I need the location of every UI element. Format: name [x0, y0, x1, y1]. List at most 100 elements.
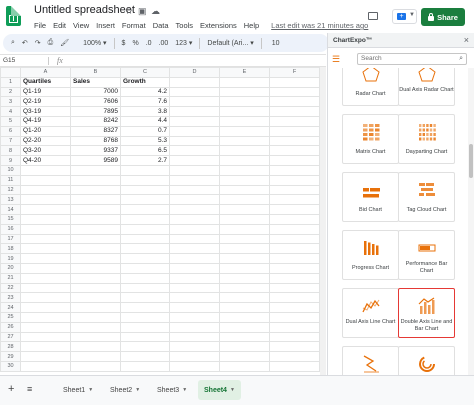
grid-cell[interactable] — [169, 145, 220, 157]
grid-cell[interactable]: Growth — [120, 76, 170, 88]
grid-cell[interactable] — [269, 145, 320, 157]
grid-cell[interactable]: 6.5 — [120, 145, 170, 157]
chart-card[interactable]: Dual Axis Radar Chart — [398, 68, 455, 106]
grid-cell[interactable] — [70, 360, 121, 372]
meet-button[interactable]: + ▼ — [392, 9, 417, 24]
chart-card[interactable]: Progress Chart — [342, 230, 399, 280]
grid-cell[interactable] — [120, 223, 170, 235]
grid-cell[interactable] — [219, 253, 270, 264]
row-header[interactable]: 22 — [0, 282, 21, 294]
column-header[interactable]: E — [219, 67, 270, 78]
grid-cell[interactable] — [169, 262, 220, 274]
grid-cell[interactable]: Q4-20 — [20, 155, 71, 166]
grid-cell[interactable] — [70, 292, 121, 304]
menu-format[interactable]: Format — [122, 21, 146, 32]
print-icon[interactable]: ⎙ — [48, 39, 54, 47]
grid-cell[interactable] — [169, 96, 220, 108]
grid-cell[interactable] — [20, 282, 71, 294]
grid-cell[interactable] — [20, 321, 71, 333]
grid-cell[interactable] — [219, 194, 270, 206]
grid-cell[interactable] — [219, 302, 270, 313]
grid-cell[interactable] — [70, 253, 121, 264]
grid-cell[interactable]: Q4-19 — [20, 115, 71, 127]
grid-cell[interactable] — [169, 321, 220, 333]
grid-cell[interactable] — [20, 292, 71, 304]
grid-cell[interactable] — [169, 292, 220, 304]
grid-cell[interactable] — [169, 115, 220, 127]
row-header[interactable]: 7 — [0, 135, 21, 147]
grid-cell[interactable] — [20, 262, 71, 274]
chart-card[interactable]: Radar Chart — [342, 68, 399, 106]
grid-cell[interactable]: 0.7 — [120, 125, 170, 137]
row-header[interactable]: 10 — [0, 164, 21, 176]
grid-cell[interactable] — [169, 194, 220, 206]
grid-cell[interactable] — [269, 253, 320, 264]
sheet-tab[interactable]: Sheet1 ▼ — [57, 380, 99, 400]
grid-cell[interactable] — [120, 233, 170, 245]
grid-cell[interactable] — [269, 184, 320, 196]
grid-cell[interactable] — [70, 174, 121, 186]
grid-cell[interactable] — [269, 213, 320, 225]
grid-cell[interactable] — [120, 243, 170, 255]
grid-cell[interactable] — [269, 76, 320, 88]
grid-cell[interactable] — [169, 243, 220, 255]
grid-cell[interactable] — [169, 360, 220, 372]
row-header[interactable]: 17 — [0, 233, 21, 245]
chart-card[interactable]: Dual Axis Line Chart — [342, 288, 399, 338]
menu-file[interactable]: File — [34, 21, 46, 32]
grid-cell[interactable]: 8327 — [70, 125, 121, 137]
grid-cell[interactable] — [169, 311, 220, 323]
share-button[interactable]: Share — [421, 8, 465, 26]
grid-cell[interactable] — [120, 184, 170, 196]
grid-cell[interactable] — [219, 204, 270, 215]
grid-cell[interactable] — [120, 174, 170, 186]
grid-cell[interactable] — [269, 155, 320, 166]
chart-card[interactable]: Matrix Chart — [342, 114, 399, 164]
chart-card[interactable]: Tag Cloud Chart — [398, 172, 455, 222]
grid-cell[interactable] — [219, 76, 270, 88]
decrease-decimal-button[interactable]: .0 — [146, 40, 152, 47]
grid-scrollbar[interactable] — [320, 67, 326, 375]
grid-cell[interactable] — [70, 351, 121, 362]
grid-cell[interactable] — [219, 341, 270, 353]
last-edit-link[interactable]: Last edit was 21 minutes ago — [271, 21, 368, 32]
move-folder-icon[interactable]: ▣ — [138, 6, 147, 17]
grid-cell[interactable] — [219, 96, 270, 108]
row-header[interactable]: 13 — [0, 194, 21, 206]
row-header[interactable]: 24 — [0, 302, 21, 313]
grid-cell[interactable] — [120, 213, 170, 225]
grid-cell[interactable] — [169, 174, 220, 186]
row-header[interactable]: 12 — [0, 184, 21, 196]
grid-cell[interactable] — [20, 360, 71, 372]
row-header[interactable]: 15 — [0, 213, 21, 225]
menu-data[interactable]: Data — [153, 21, 169, 32]
grid-cell[interactable] — [219, 262, 270, 274]
grid-cell[interactable] — [20, 351, 71, 362]
grid-cell[interactable] — [20, 253, 71, 264]
grid-cell[interactable] — [269, 360, 320, 372]
redo-icon[interactable]: ↷ — [35, 39, 41, 47]
grid-cell[interactable] — [70, 233, 121, 245]
grid-cell[interactable]: Q1-20 — [20, 125, 71, 137]
row-header[interactable]: 30 — [0, 360, 21, 372]
grid-cell[interactable] — [169, 341, 220, 353]
menu-view[interactable]: View — [73, 21, 89, 32]
grid-cell[interactable] — [219, 174, 270, 186]
undo-icon[interactable]: ↶ — [22, 39, 28, 47]
grid-cell[interactable] — [169, 272, 220, 284]
grid-cell[interactable] — [269, 262, 320, 274]
row-header[interactable]: 3 — [0, 96, 21, 108]
sheet-tab[interactable]: Sheet3 ▼ — [151, 380, 193, 400]
grid-cell[interactable] — [20, 243, 71, 255]
chart-card[interactable]: Radial Chart — [398, 346, 455, 375]
column-header[interactable]: B — [70, 67, 121, 78]
menu-tools[interactable]: Tools — [176, 21, 194, 32]
grid-cell[interactable] — [120, 351, 170, 362]
grid-cell[interactable] — [219, 243, 270, 255]
grid-cell[interactable] — [120, 321, 170, 333]
row-header[interactable]: 4 — [0, 106, 21, 117]
grid-cell[interactable]: 3.8 — [120, 106, 170, 117]
grid-cell[interactable] — [169, 213, 220, 225]
grid-cell[interactable] — [269, 243, 320, 255]
grid-cell[interactable] — [70, 184, 121, 196]
